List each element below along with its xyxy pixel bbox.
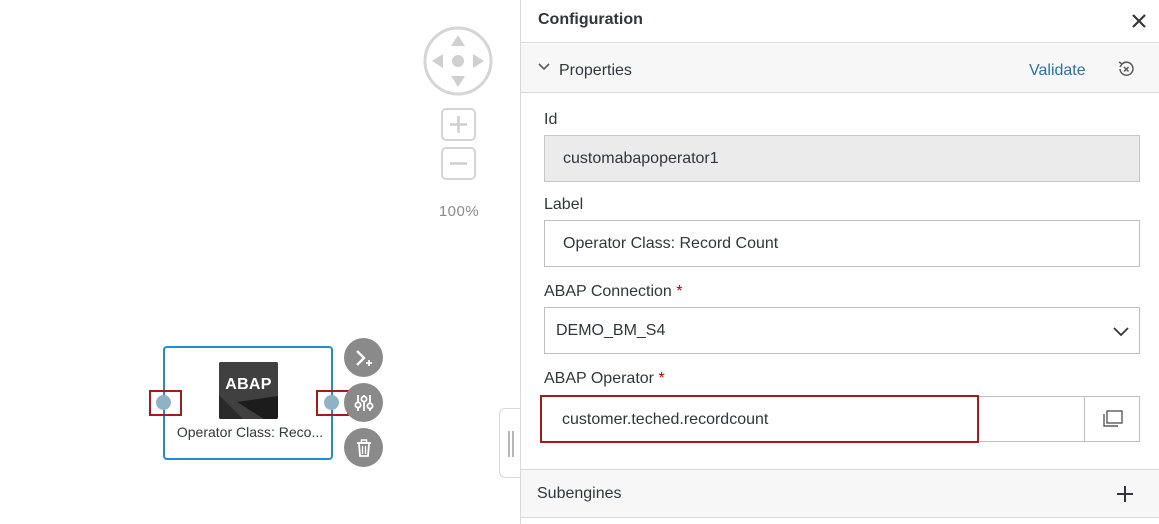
graph-canvas[interactable]: 100% ABAP Operator Class: Reco... — [0, 0, 520, 524]
zoom-level: 100% — [438, 203, 480, 220]
panel-header: Configuration — [521, 0, 1159, 43]
input-port-highlight — [149, 390, 182, 416]
abap-operator-label: ABAP Operator * — [544, 370, 665, 388]
panel-resize-handle[interactable] — [499, 408, 521, 478]
pan-center-icon — [452, 55, 464, 67]
plus-icon — [450, 116, 467, 133]
label-field[interactable]: Operator Class: Record Count — [544, 220, 1140, 267]
abap-connection-select[interactable]: DEMO_BM_S4 — [544, 307, 1140, 354]
trash-icon — [356, 438, 371, 457]
open-terminal-button[interactable] — [344, 338, 383, 377]
sliders-icon — [354, 394, 373, 411]
open-configuration-button[interactable] — [344, 383, 383, 422]
reset-icon[interactable] — [1116, 59, 1136, 79]
abap-connection-label: ABAP Connection * — [544, 283, 682, 301]
subengines-section-header[interactable]: Subengines — [521, 469, 1159, 518]
chevron-down-icon[interactable] — [1111, 325, 1131, 337]
id-field: customabapoperator1 — [544, 135, 1140, 182]
abap-connection-value: DEMO_BM_S4 — [556, 322, 666, 339]
abap-connection-label-text: ABAP Connection — [544, 283, 672, 300]
close-panel-button[interactable] — [1128, 10, 1150, 32]
browse-operator-button[interactable] — [1084, 396, 1140, 442]
zoom-out-button[interactable] — [441, 147, 476, 180]
value-help-icon — [1102, 410, 1123, 427]
validate-link[interactable]: Validate — [1029, 62, 1086, 80]
subengines-title: Subengines — [537, 485, 622, 502]
terminal-add-icon — [355, 349, 372, 366]
abap-logo-text: ABAP — [225, 376, 272, 393]
pan-navigation-control[interactable] — [423, 26, 493, 96]
abap-operator-highlight — [540, 395, 979, 443]
configuration-panel: Configuration Properties Validate Id cus… — [520, 0, 1159, 524]
id-label: Id — [544, 111, 558, 128]
abap-operator-label-text: ABAP Operator — [544, 370, 654, 387]
panel-title: Configuration — [538, 11, 643, 28]
close-icon — [1132, 14, 1146, 28]
delete-node-button[interactable] — [344, 428, 383, 467]
abap-logo: ABAP — [219, 362, 278, 419]
properties-section-title: Properties — [559, 62, 632, 79]
zoom-in-button[interactable] — [441, 108, 476, 141]
required-marker: * — [658, 370, 665, 387]
chevron-down-icon — [538, 63, 550, 71]
label-label: Label — [544, 196, 584, 213]
required-marker: * — [676, 283, 683, 300]
abap-operator-node[interactable]: ABAP Operator Class: Reco... — [163, 346, 333, 460]
node-label: Operator Class: Reco... — [176, 424, 324, 440]
add-icon[interactable] — [1115, 484, 1135, 504]
minus-icon — [450, 162, 467, 165]
properties-section-header[interactable]: Properties Validate — [521, 44, 1159, 93]
